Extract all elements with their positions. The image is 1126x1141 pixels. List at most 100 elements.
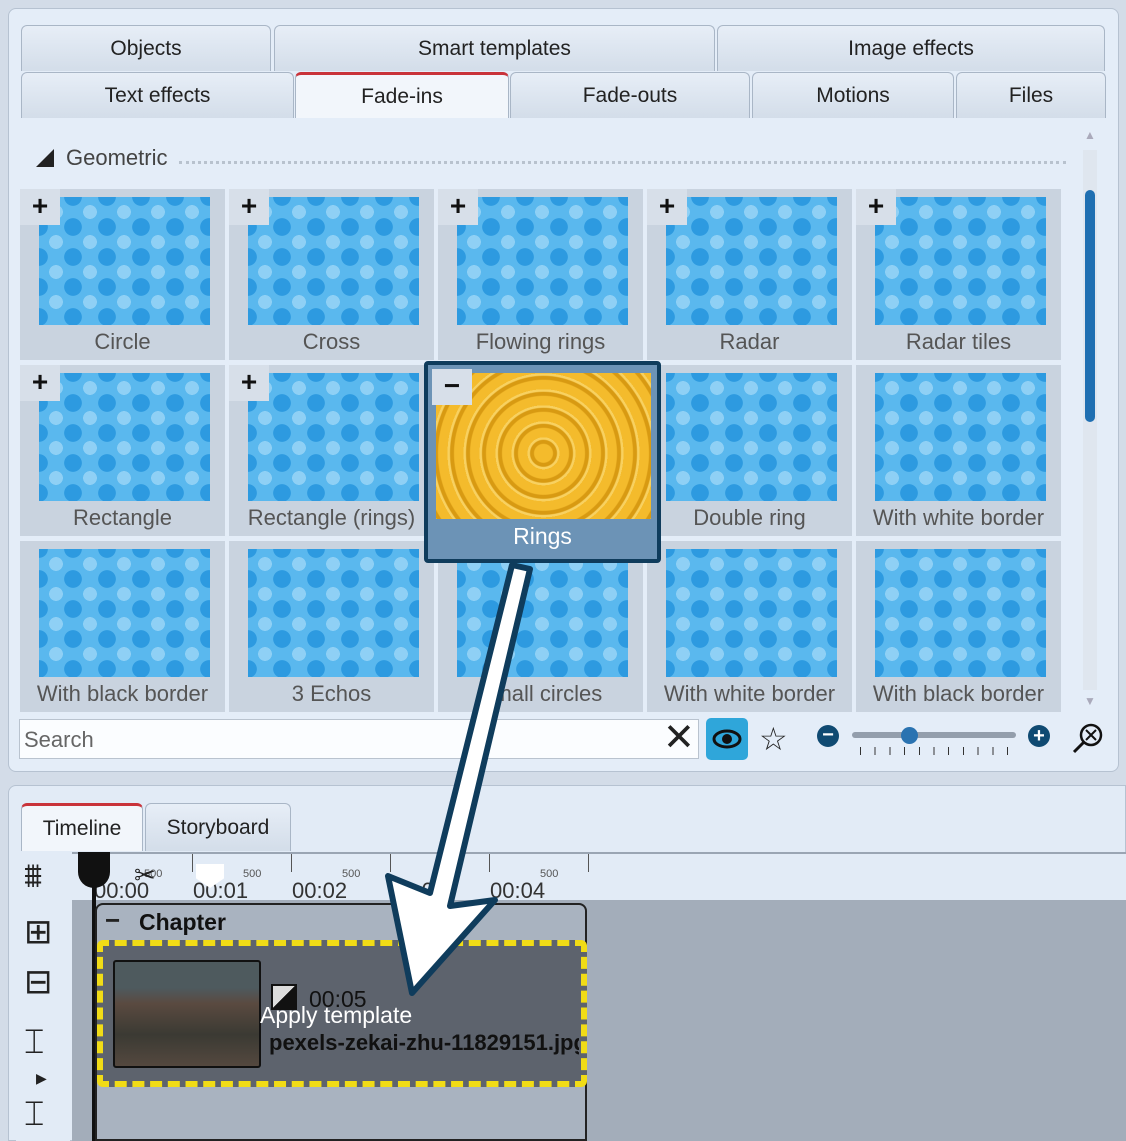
remove-chapter-icon[interactable]: ⊟ — [24, 964, 53, 1000]
effect-label: Rectangle — [72, 505, 173, 530]
stretch-icon[interactable]: ⌶ — [24, 1096, 44, 1132]
effect-tile[interactable]: With black border — [20, 541, 225, 712]
effect-thumbnail — [666, 549, 837, 677]
zoom-slider[interactable] — [852, 732, 1016, 738]
ruler-tick — [192, 854, 193, 872]
add-favorite-icon[interactable]: + — [229, 365, 269, 401]
effect-label: Radar tiles — [905, 329, 1012, 354]
tab-row2-4[interactable]: Files — [956, 72, 1106, 118]
eye-icon — [712, 729, 742, 749]
effect-label: Rings — [513, 523, 572, 549]
effect-label: Circle — [94, 329, 151, 354]
add-favorite-icon[interactable]: + — [229, 189, 269, 225]
slider-ticks — [860, 747, 1008, 755]
tab-row2-3[interactable]: Motions — [752, 72, 954, 118]
remove-favorite-icon[interactable]: − — [432, 369, 472, 405]
effect-label: With white border — [663, 681, 836, 706]
effect-thumbnail — [39, 373, 210, 501]
ruler-sublabel: 500 — [243, 868, 262, 880]
fit-zoom-icon[interactable] — [1072, 722, 1104, 754]
effect-label: 3 Echos — [291, 681, 372, 706]
effect-thumbnail — [875, 197, 1046, 325]
add-favorite-icon[interactable]: + — [647, 189, 687, 225]
effect-tile[interactable]: 3 Echos — [229, 541, 434, 712]
collapse-triangle-icon[interactable] — [36, 149, 54, 167]
effect-tile[interactable]: + Rectangle — [20, 365, 225, 536]
ruler-sublabel: 500 — [342, 868, 361, 880]
section-title: Geometric — [66, 145, 168, 170]
effect-thumbnail — [666, 197, 837, 325]
clip-thumbnail — [113, 960, 261, 1068]
fit-timeline-icon[interactable]: ⌶ — [24, 1024, 44, 1060]
effect-thumbnail — [248, 373, 419, 501]
search-input[interactable]: Search — [19, 719, 699, 759]
chapter-title: Chapter — [139, 909, 226, 935]
zoom-in-icon[interactable]: + — [1028, 725, 1050, 747]
effect-tile[interactable]: + Cross — [229, 189, 434, 360]
effect-label: With black border — [36, 681, 209, 706]
ruler-sublabel: 500 — [540, 868, 559, 880]
clip-filename: pexels-zekai-zhu-11829151.jpg — [269, 1030, 579, 1055]
tab-row1-2[interactable]: Image effects — [717, 25, 1105, 71]
tab-row1-1[interactable]: Smart templates — [274, 25, 715, 71]
effect-label: Double ring — [693, 505, 806, 530]
effect-tile[interactable]: + Circle — [20, 189, 225, 360]
effect-tile[interactable]: Small circles — [438, 541, 643, 712]
effect-thumbnail — [457, 549, 628, 677]
add-favorite-icon[interactable]: + — [438, 189, 478, 225]
ruler-sublabel: 500 — [441, 868, 460, 880]
clear-search-icon[interactable]: ✕ — [663, 718, 695, 758]
chapter-collapse-icon[interactable]: − — [105, 905, 120, 936]
effect-tile[interactable]: With white border — [647, 541, 852, 712]
drag-tooltip: Apply template — [260, 1002, 413, 1028]
effect-label: Rectangle (rings) — [247, 505, 416, 530]
effect-thumbnail — [39, 197, 210, 325]
timeline-toolbar: ⩩ ⊞ ⊟ ⌶ ▶ ⌶ — [16, 852, 70, 1141]
effect-tile[interactable]: + Flowing rings — [438, 189, 643, 360]
zoom-out-icon[interactable]: − — [817, 725, 839, 747]
preview-toggle-button[interactable] — [706, 718, 748, 760]
favorite-star-icon[interactable]: ☆ — [759, 720, 788, 758]
add-chapter-icon[interactable]: ⊞ — [24, 914, 53, 950]
time-ruler[interactable]: 00:00 500 00:01 500 00:02 500 00:03 500 00:04 500 — [72, 852, 1126, 903]
add-favorite-icon[interactable]: + — [856, 189, 896, 225]
ruler-tick — [291, 854, 292, 872]
effect-label: Flowing rings — [475, 329, 606, 354]
effect-thumbnail — [248, 197, 419, 325]
effect-tile[interactable]: With white border — [856, 365, 1061, 536]
section-header[interactable]: Geometric — [36, 145, 1066, 171]
expand-arrow-icon[interactable]: ▶ — [36, 1060, 47, 1096]
effect-thumbnail — [875, 549, 1046, 677]
scroll-down-icon[interactable]: ▼ — [1084, 694, 1096, 708]
dragged-effect-rings[interactable]: − Rings — [424, 361, 661, 563]
scrollbar-thumb[interactable] — [1085, 190, 1095, 422]
effect-thumbnail — [875, 373, 1046, 501]
effect-thumbnail — [666, 373, 837, 501]
effect-label: Cross — [302, 329, 361, 354]
effect-label: With black border — [872, 681, 1045, 706]
tab-row2-2[interactable]: Fade-outs — [510, 72, 750, 118]
add-favorite-icon[interactable]: + — [20, 365, 60, 401]
effect-label: Small circles — [478, 681, 603, 706]
ruler-tick — [588, 854, 589, 872]
tab-row2-0[interactable]: Text effects — [21, 72, 294, 118]
effect-tile[interactable]: + Radar — [647, 189, 852, 360]
tab-timeline[interactable]: Timeline — [21, 803, 143, 851]
add-favorite-icon[interactable]: + — [20, 189, 60, 225]
tab-row1-0[interactable]: Objects — [21, 25, 271, 71]
effect-tile[interactable]: + Radar tiles — [856, 189, 1061, 360]
effect-tile[interactable]: With black border — [856, 541, 1061, 712]
split-icon[interactable]: ⩩ — [24, 858, 42, 894]
ruler-tick — [489, 854, 490, 872]
effect-thumbnail — [457, 197, 628, 325]
effect-label: Radar — [719, 329, 780, 354]
scissors-icon[interactable]: ✂ — [134, 860, 156, 891]
divider — [179, 160, 1066, 164]
tab-storyboard[interactable]: Storyboard — [145, 803, 291, 851]
scroll-up-icon[interactable]: ▲ — [1084, 128, 1096, 142]
ruler-tick — [390, 854, 391, 872]
effect-thumbnail — [39, 549, 210, 677]
effect-tile[interactable]: Double ring — [647, 365, 852, 536]
effect-tile[interactable]: + Rectangle (rings) — [229, 365, 434, 536]
tab-row2-1[interactable]: Fade-ins — [295, 72, 509, 118]
